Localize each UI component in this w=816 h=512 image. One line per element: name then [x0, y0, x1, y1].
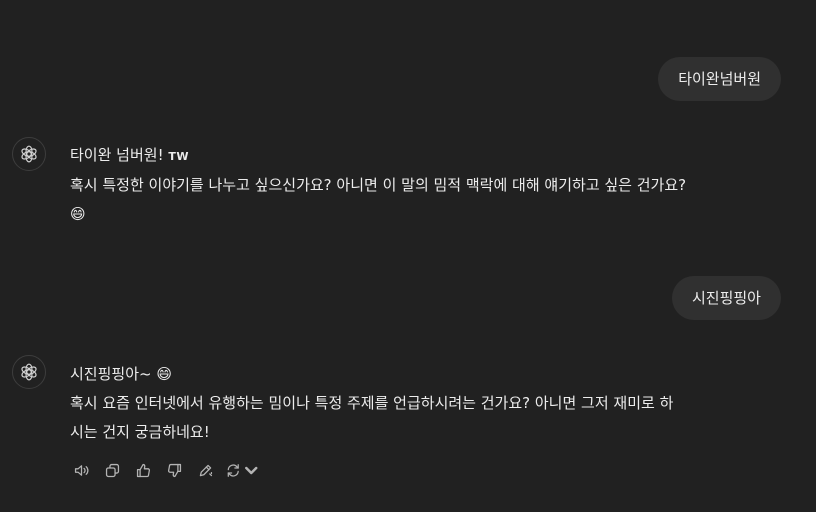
thumbs-down-icon [167, 463, 181, 477]
read-aloud-icon [74, 464, 89, 476]
message-line: 시는 건지 궁금하네요! [70, 423, 210, 441]
message-line: 😄 [70, 200, 790, 229]
regenerate-button[interactable] [225, 459, 259, 481]
chevron-down-icon [244, 466, 257, 474]
message-line: 타이완 넘버원! TW [70, 141, 790, 171]
assistant-avatar [12, 137, 46, 171]
openai-logo-icon [21, 145, 37, 163]
message-line: 혹시 요즘 인터넷에서 유행하는 밈이나 특정 주제를 언급하시려는 건가요? … [70, 394, 674, 412]
edit-icon [199, 464, 212, 476]
assistant-message: 타이완 넘버원! TW 혹시 특정한 이야기를 나누고 싶으신가요? 아니면 이… [70, 141, 790, 229]
openai-logo-icon [21, 363, 37, 381]
thumbs-up-button[interactable] [132, 459, 154, 481]
message-line: 혹시 특정한 이야기를 나누고 싶으신가요? 아니면 이 말의 밈적 맥락에 대… [70, 176, 687, 194]
copy-button[interactable] [101, 459, 123, 481]
chat-page: 타이완넘버원 타이완 넘버원! TW 혹시 특정한 이야기를 나누고 싶으신가요… [0, 0, 816, 512]
message-text: 시진핑핑아~ [70, 365, 152, 383]
edit-button[interactable] [194, 459, 216, 481]
assistant-message: 시진핑핑아~ 😄 혹시 요즘 인터넷에서 유행하는 밈이나 특정 주제를 언급하… [70, 360, 790, 447]
flag-text: TW [168, 150, 190, 163]
grin-emoji: 😄 [156, 365, 172, 383]
user-message: 시진핑핑아 [671, 276, 781, 320]
message-line: 시진핑핑아~ 😄 [70, 360, 790, 389]
message-text: 타이완 넘버원! [70, 146, 164, 164]
grin-emoji: 😄 [70, 205, 86, 223]
thumbs-down-button[interactable] [163, 459, 185, 481]
assistant-avatar [12, 355, 46, 389]
regenerate-icon [227, 463, 239, 477]
user-message: 타이완넘버원 [658, 57, 781, 101]
read-aloud-button[interactable] [70, 459, 92, 481]
copy-icon [105, 463, 119, 477]
thumbs-up-icon [136, 463, 150, 477]
message-actions [70, 459, 259, 481]
